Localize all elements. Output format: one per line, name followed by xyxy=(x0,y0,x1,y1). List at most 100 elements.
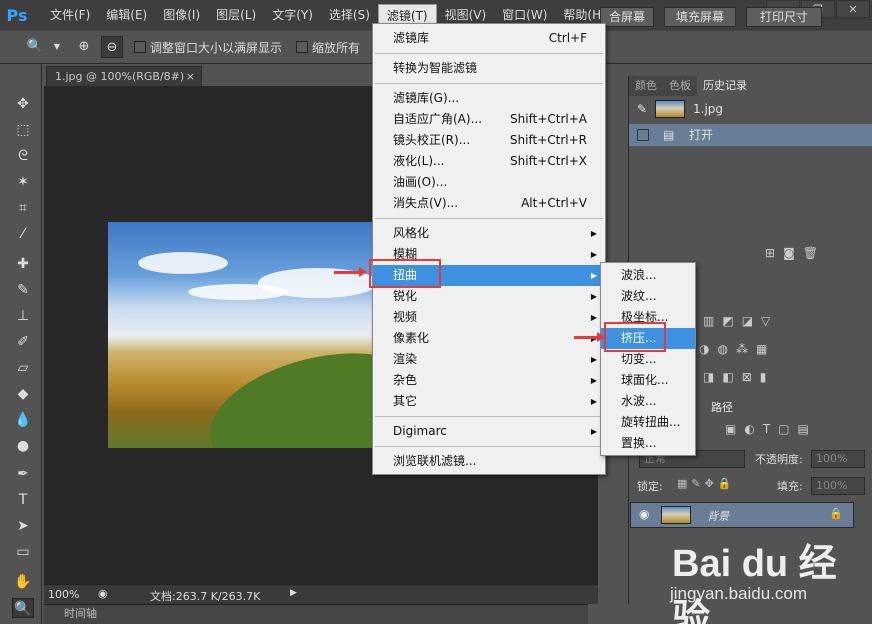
lookup-icon[interactable]: ▦ xyxy=(756,342,767,360)
menu-item-stylize[interactable]: 风格化 ▶ xyxy=(373,223,605,244)
camera-icon[interactable]: ◙ xyxy=(783,246,795,264)
submenu-item-wave[interactable]: 波浪... xyxy=(601,265,695,286)
blur-tool-icon[interactable]: 💧 xyxy=(12,410,34,430)
levels-icon[interactable]: ▥ xyxy=(703,314,714,332)
curves-icon[interactable]: ◩ xyxy=(722,314,733,332)
submenu-item-shear[interactable]: 切变... xyxy=(601,349,695,370)
path-select-icon[interactable]: ➤ xyxy=(12,516,34,536)
healing-brush-icon[interactable]: ✚ xyxy=(12,254,34,274)
status-menu-arrow-icon[interactable]: ▶ xyxy=(290,588,297,598)
photo-filter-icon[interactable]: ◍ xyxy=(717,342,727,360)
trash-icon[interactable]: 🗑 xyxy=(803,246,818,264)
lock-icons[interactable]: ▦✎✥🔒 xyxy=(677,477,736,490)
menu-item-oil-paint[interactable]: 油画(O)... xyxy=(373,172,605,193)
timeline-panel[interactable]: 时间轴 xyxy=(44,604,588,624)
menu-item-vanishing-point[interactable]: 消失点(V)... Alt+Ctrl+V xyxy=(373,193,605,214)
shape-filter-icon[interactable]: ▢ xyxy=(778,422,789,440)
menu-item-filter-gallery-last[interactable]: 滤镜库 Ctrl+F xyxy=(373,28,605,49)
print-size-button[interactable]: 打印尺寸 xyxy=(746,7,822,27)
new-document-icon[interactable]: ⊞ xyxy=(765,246,775,264)
zoom-all-checkbox[interactable] xyxy=(296,41,309,53)
adjust-filter-icon[interactable]: ◐ xyxy=(744,422,754,440)
history-checkbox[interactable] xyxy=(637,129,649,141)
magic-wand-icon[interactable]: ✶ xyxy=(12,172,34,192)
lasso-tool-icon[interactable]: ᘓ xyxy=(12,146,34,166)
balance-icon[interactable]: ◑ xyxy=(699,342,709,360)
posterize-icon[interactable]: ◧ xyxy=(722,370,733,388)
shape-tool-icon[interactable]: ▭ xyxy=(12,542,34,562)
bucket-tool-icon[interactable]: ◆ xyxy=(12,384,34,404)
history-brush-icon[interactable]: ✐ xyxy=(12,332,34,352)
menu-select[interactable]: 选择(S) xyxy=(321,4,378,26)
layer-row-background[interactable]: ◉ 背景 🔒 xyxy=(630,502,854,528)
eyedropper-icon[interactable]: ⁄ xyxy=(12,224,34,244)
submenu-item-twirl[interactable]: 旋转扭曲... xyxy=(601,412,695,433)
fill-input[interactable]: 100% xyxy=(811,477,865,495)
tab-swatches[interactable]: 色板 xyxy=(663,76,697,96)
brush-tool-icon[interactable]: ✎ xyxy=(12,280,34,300)
stamp-tool-icon[interactable]: ⊥ xyxy=(12,306,34,326)
submenu-item-spherize[interactable]: 球面化... xyxy=(601,370,695,391)
channel-mixer-icon[interactable]: ⁂ xyxy=(736,342,748,360)
zoom-level[interactable]: 100% xyxy=(48,588,79,601)
dodge-tool-icon[interactable]: ● xyxy=(12,436,34,456)
history-snapshot[interactable]: ✎ 1.jpg xyxy=(629,98,872,120)
menu-item-liquify[interactable]: 液化(L)... Shift+Ctrl+X xyxy=(373,151,605,172)
submenu-item-displace[interactable]: 置换... xyxy=(601,433,695,454)
visibility-eye-icon[interactable]: ◉ xyxy=(639,507,649,521)
menu-item-video[interactable]: 视频 ▶ xyxy=(373,307,605,328)
menu-type[interactable]: 文字(Y) xyxy=(264,4,321,26)
zoom-tool-icon[interactable]: 🔍 xyxy=(24,36,46,58)
close-tab-icon[interactable]: × xyxy=(186,67,195,87)
crop-tool-icon[interactable]: ⌗ xyxy=(12,198,34,218)
menu-item-noise[interactable]: 杂色 ▶ xyxy=(373,370,605,391)
menu-item-browse-online[interactable]: 浏览联机滤镜... xyxy=(373,451,605,472)
submenu-item-zigzag[interactable]: 水波... xyxy=(601,391,695,412)
menu-edit[interactable]: 编辑(E) xyxy=(98,4,155,26)
menu-item-sharpen[interactable]: 锐化 ▶ xyxy=(373,286,605,307)
menu-item-pixelate[interactable]: 像素化▶ xyxy=(373,328,605,349)
marquee-tool-icon[interactable]: ⬚ xyxy=(12,120,34,140)
menu-image[interactable]: 图像(I) xyxy=(155,4,208,26)
resize-windows-checkbox[interactable] xyxy=(134,41,146,53)
menu-item-filter-gallery[interactable]: 滤镜库(G)... xyxy=(373,88,605,109)
menu-layer[interactable]: 图层(L) xyxy=(208,4,264,26)
eraser-tool-icon[interactable]: ▱ xyxy=(12,358,34,378)
menu-item-other[interactable]: 其它 ▶ xyxy=(373,391,605,412)
zoom-in-icon[interactable]: ⊕ xyxy=(73,36,95,58)
smart-filter-icon[interactable]: ▤ xyxy=(798,422,809,440)
gradient-map-icon[interactable]: ▮ xyxy=(760,370,767,388)
menu-item-render[interactable]: 渲染 ▶ xyxy=(373,349,605,370)
invert-icon[interactable]: ◨ xyxy=(703,370,714,388)
fit-screen-button[interactable]: 合屏幕 xyxy=(600,7,654,27)
hand-tool-icon[interactable]: ✋ xyxy=(12,572,34,592)
type-tool-icon[interactable]: T xyxy=(12,490,34,510)
document-image[interactable] xyxy=(108,222,388,448)
menu-item-digimarc[interactable]: Digimarc ▶ xyxy=(373,421,605,442)
triangle-icon[interactable]: ▽ xyxy=(761,314,770,332)
tab-color[interactable]: 颜色 xyxy=(629,76,663,96)
pixel-filter-icon[interactable]: ▣ xyxy=(725,422,736,440)
zoom-tool-icon[interactable]: 🔍 xyxy=(12,598,34,618)
menu-item-lens-correction[interactable]: 镜头校正(R)... Shift+Ctrl+R xyxy=(373,130,605,151)
history-item[interactable]: ▤ 打开 xyxy=(629,124,872,146)
dropdown-arrow-icon[interactable]: ▼ xyxy=(52,36,62,58)
close-window-button[interactable]: ✕ xyxy=(836,0,870,18)
tab-paths[interactable]: 路径 xyxy=(705,398,739,418)
menu-item-convert-smart[interactable]: 转换为智能滤镜 xyxy=(373,58,605,79)
menu-item-adaptive-wide[interactable]: 自适应广角(A)... Shift+Ctrl+A xyxy=(373,109,605,130)
threshold-icon[interactable]: ⊠ xyxy=(742,370,752,388)
snapshot-brush-icon[interactable]: ✎ xyxy=(637,98,647,120)
status-icon[interactable]: ◉ xyxy=(98,587,108,600)
document-tab[interactable]: 1.jpg @ 100%(RGB/8#) × xyxy=(46,66,202,86)
submenu-item-ripple[interactable]: 波纹... xyxy=(601,286,695,307)
menu-file[interactable]: 文件(F) xyxy=(42,4,98,26)
exposure-icon[interactable]: ◪ xyxy=(742,314,753,332)
tab-history[interactable]: 历史记录 xyxy=(697,76,753,96)
type-filter-icon[interactable]: T xyxy=(763,422,770,440)
fill-screen-button[interactable]: 填充屏幕 xyxy=(664,7,736,27)
pen-tool-icon[interactable]: ✒ xyxy=(12,464,34,484)
zoom-out-icon[interactable]: ⊖ xyxy=(101,36,123,58)
move-tool-icon[interactable]: ✥ xyxy=(12,94,34,114)
opacity-input[interactable]: 100% xyxy=(811,450,865,468)
